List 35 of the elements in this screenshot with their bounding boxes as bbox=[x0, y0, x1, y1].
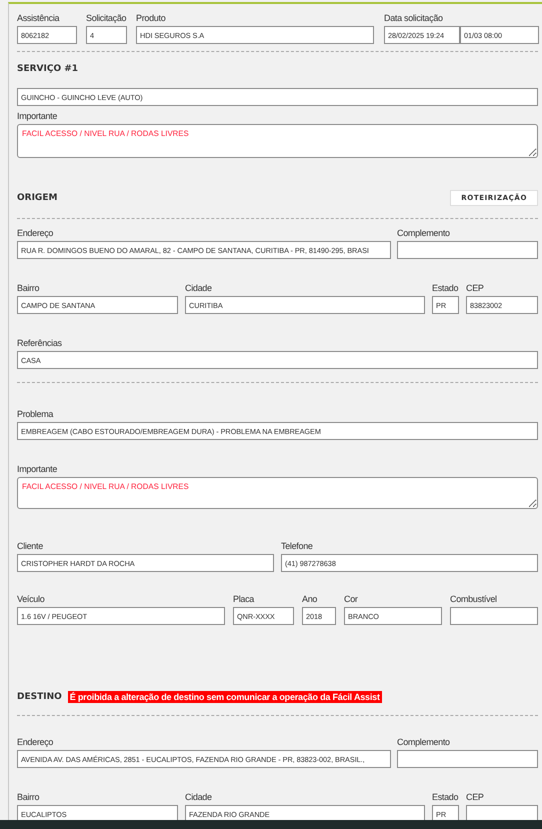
field-label: Estado bbox=[432, 282, 458, 294]
field-label: Complemento bbox=[397, 227, 450, 239]
field-label: Solicitação bbox=[86, 12, 126, 24]
text-field[interactable] bbox=[397, 241, 538, 259]
field-label: Cidade bbox=[185, 282, 212, 294]
field-label: Ano bbox=[302, 593, 318, 605]
field-label: Cidade bbox=[185, 791, 212, 803]
warning-banner: É proibida a alteração de destino sem comunicar a operação da Fácil Assist bbox=[68, 691, 382, 703]
field-label: Placa bbox=[233, 593, 254, 605]
field-label: Importante bbox=[17, 463, 58, 475]
field-label: Veículo bbox=[17, 593, 44, 605]
field-label: Data solicitação bbox=[384, 12, 443, 24]
text-field[interactable] bbox=[450, 607, 538, 625]
section-title: ORIGEM bbox=[17, 192, 58, 205]
field-label: Endereço bbox=[17, 736, 54, 748]
field-label: Estado bbox=[432, 791, 458, 803]
section-title: SERVIÇO #1 bbox=[17, 63, 78, 76]
field-label: Complemento bbox=[397, 736, 450, 748]
field-label: Assistência bbox=[17, 12, 60, 24]
section-title: DESTINO bbox=[17, 691, 62, 704]
field-label: Importante bbox=[17, 110, 58, 122]
field-label: CEP bbox=[466, 791, 484, 803]
field-label: Cliente bbox=[17, 540, 43, 552]
field-label: Bairro bbox=[17, 282, 40, 294]
field-label: Referências bbox=[17, 337, 62, 349]
field-label: Problema bbox=[17, 408, 54, 420]
field-label: Endereço bbox=[17, 227, 54, 239]
field-label: Produto bbox=[136, 12, 166, 24]
text-field[interactable] bbox=[397, 750, 538, 768]
field-label: Combustível bbox=[450, 593, 497, 605]
field-label: CEP bbox=[466, 282, 484, 294]
field-label: Telefone bbox=[281, 540, 313, 552]
field-label: Cor bbox=[344, 593, 358, 605]
field-label: Bairro bbox=[17, 791, 40, 803]
text-field[interactable] bbox=[466, 805, 538, 820]
